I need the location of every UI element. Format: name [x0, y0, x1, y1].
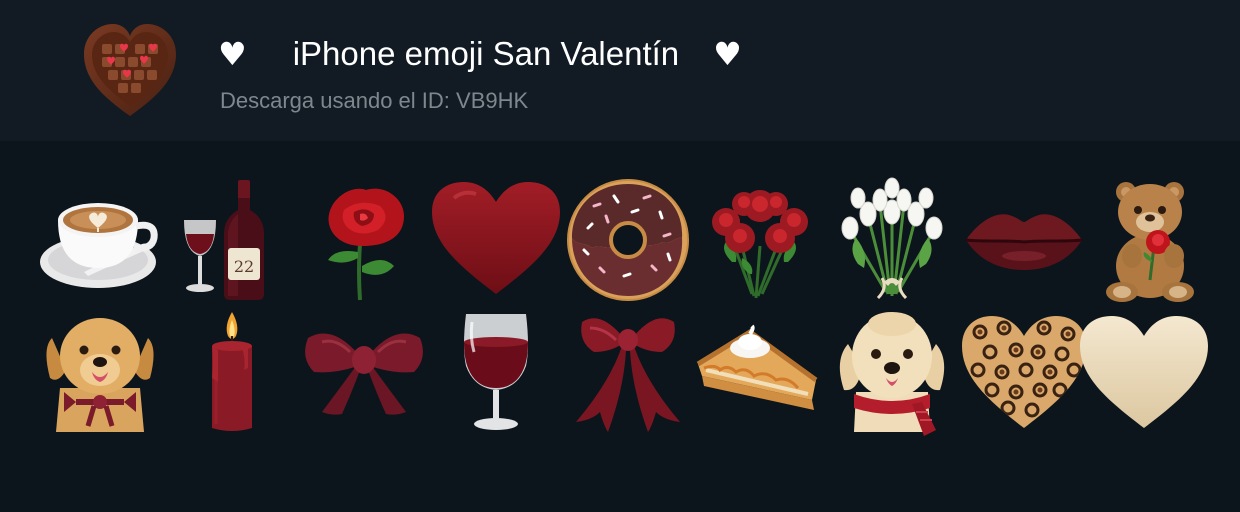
header: ♥ iPhone emoji San Valentín ♥ Descarga u…: [0, 0, 1240, 141]
lips-icon[interactable]: [960, 176, 1088, 304]
wine-bottle-glass-icon[interactable]: 22: [168, 176, 296, 304]
heart-left-icon: ♥: [218, 35, 247, 73]
leopard-heart-icon[interactable]: [960, 308, 1088, 436]
rose-bouquet-icon[interactable]: [696, 176, 824, 304]
doodle-dog-scarf-icon[interactable]: [828, 308, 956, 436]
heart-right-icon: ♥: [713, 35, 742, 73]
page-title: iPhone emoji San Valentín: [292, 35, 680, 72]
chocolate-donut-icon[interactable]: [564, 176, 692, 304]
white-tulips-icon[interactable]: [828, 176, 956, 304]
red-rose-icon[interactable]: [300, 176, 428, 304]
dark-red-heart-icon[interactable]: [432, 176, 560, 304]
title-row: ♥ iPhone emoji San Valentín ♥: [218, 30, 742, 78]
teddy-bear-rose-icon[interactable]: [1092, 176, 1220, 304]
latte-icon[interactable]: [36, 176, 164, 304]
download-id-text: Descarga usando el ID: VB9HK: [220, 88, 529, 113]
golden-retriever-bow-icon[interactable]: [36, 308, 164, 436]
cream-heart-icon[interactable]: [1080, 308, 1208, 436]
burgundy-bow-icon[interactable]: [300, 308, 428, 436]
ribbon-bow-icon[interactable]: [564, 308, 692, 436]
pie-slice-icon[interactable]: [696, 308, 824, 436]
candle-icon[interactable]: [168, 308, 296, 436]
chocolate-box-heart-icon: [78, 18, 182, 122]
svg-text:22: 22: [234, 257, 254, 276]
red-wine-glass-icon[interactable]: [432, 308, 560, 436]
